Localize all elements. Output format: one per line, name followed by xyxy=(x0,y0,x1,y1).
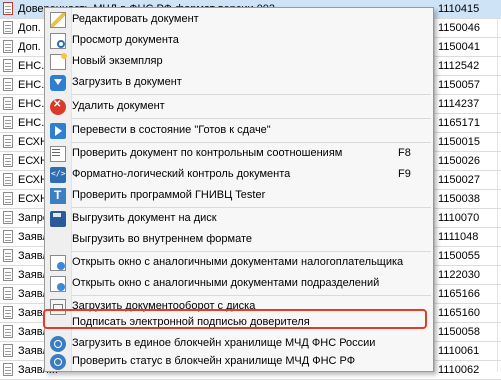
edit-icon xyxy=(50,12,66,28)
menu-item-label: Открыть окно с аналогичными документами … xyxy=(72,256,404,268)
document-code: 1111048 xyxy=(438,231,479,243)
window-icon xyxy=(50,276,66,292)
menu-item-open-taxpayer-docs[interactable]: Открыть окно с аналогичными документами … xyxy=(45,252,433,274)
document-code: 1150046 xyxy=(438,22,481,34)
document-icon xyxy=(3,287,13,300)
upload-icon xyxy=(50,75,66,91)
menu-item-label: Проверить документ по контрольным соотно… xyxy=(72,147,343,159)
document-code: 1110415 xyxy=(438,3,480,15)
menu-item-label: Форматно-логический контроль документа xyxy=(72,168,291,180)
menu-item-label: Загрузить в документ xyxy=(72,76,182,88)
document-code: 1110070 xyxy=(438,212,480,224)
menu-item-label: Открыть окно с аналогичными документами … xyxy=(72,277,380,289)
document-icon xyxy=(3,325,13,338)
document-icon xyxy=(3,116,13,129)
menu-item-export-to-disk[interactable]: Выгрузить документ на диск xyxy=(45,208,433,230)
document-icon xyxy=(3,192,13,205)
menu-separator xyxy=(71,118,431,119)
document-code: 1150058 xyxy=(438,326,481,338)
document-icon xyxy=(3,249,13,262)
document-code: 1150038 xyxy=(438,193,481,205)
document-code: 1110061 xyxy=(438,345,480,357)
document-code: 1122030 xyxy=(438,269,481,281)
highlight-frame xyxy=(43,309,427,329)
document-icon xyxy=(3,78,13,91)
menu-item-edit-document[interactable]: Редактировать документ xyxy=(45,9,433,31)
window-icon xyxy=(50,255,66,271)
menu-item-check-control-ratios[interactable]: Проверить документ по контрольным соотно… xyxy=(45,143,433,165)
document-icon xyxy=(3,363,13,376)
menu-item-label: Проверить статус в блокчейн хранилище МЧ… xyxy=(72,355,356,367)
menu-item-view-document[interactable]: Просмотр документа xyxy=(45,30,433,52)
document-icon xyxy=(3,211,13,224)
document-code: 1150057 xyxy=(438,79,481,91)
menu-item-check-blockchain-status[interactable]: Проверить статус в блокчейн хранилище МЧ… xyxy=(45,351,433,373)
document-icon xyxy=(3,135,13,148)
menu-item-upload-into-document[interactable]: Загрузить в документ xyxy=(45,72,433,94)
document-code: 1112542 xyxy=(438,60,480,72)
document-code: 1150027 xyxy=(438,174,481,186)
document-icon xyxy=(3,21,13,34)
flk-icon xyxy=(50,167,66,183)
document-code: 1114237 xyxy=(438,98,480,110)
delete-icon xyxy=(50,99,66,115)
document-icon xyxy=(3,59,13,72)
tester-icon xyxy=(50,188,66,204)
menu-item-label: Выгрузить документ на диск xyxy=(72,212,217,224)
menu-item-check-gnivc-tester[interactable]: Проверить программой ГНИВЦ Tester xyxy=(45,185,433,207)
menu-item-delete-document[interactable]: Удалить документ xyxy=(45,96,433,118)
menu-item-label: Перевести в состояние "Готов к сдаче" xyxy=(72,124,271,136)
shortcut-label: F8 xyxy=(398,147,411,159)
document-icon xyxy=(3,306,13,319)
document-icon xyxy=(3,40,13,53)
menu-item-set-ready-state[interactable]: Перевести в состояние "Готов к сдаче" xyxy=(45,120,433,142)
menu-item-new-copy[interactable]: Новый экземпляр xyxy=(45,51,433,73)
document-code: 1150026 xyxy=(438,155,481,167)
check-icon xyxy=(50,146,66,162)
disk-icon xyxy=(50,211,66,227)
menu-item-label: Просмотр документа xyxy=(72,34,179,46)
shortcut-label: F9 xyxy=(398,168,411,180)
menu-item-label: Проверить программой ГНИВЦ Tester xyxy=(72,189,266,201)
menu-item-label: Новый экземпляр xyxy=(72,55,163,67)
document-code: 1165160 xyxy=(438,307,481,319)
document-code: 1165166 xyxy=(438,288,481,300)
document-code: 1150055 xyxy=(438,250,481,262)
document-icon xyxy=(3,173,13,186)
blockchain-icon xyxy=(50,336,66,352)
document-icon xyxy=(3,268,13,281)
document-icon xyxy=(3,97,13,110)
menu-item-label: Редактировать документ xyxy=(72,13,199,25)
view-icon xyxy=(50,33,66,49)
menu-separator xyxy=(71,94,431,95)
menu-item-format-logic-control[interactable]: Форматно-логический контроль документа F… xyxy=(45,164,433,186)
new-copy-icon xyxy=(50,53,67,70)
blockchain-icon xyxy=(50,354,66,370)
document-icon xyxy=(3,230,13,243)
ready-state-icon xyxy=(50,123,66,139)
document-icon xyxy=(3,154,13,167)
document-icon xyxy=(3,344,13,357)
menu-item-open-division-docs[interactable]: Открыть окно с аналогичными документами … xyxy=(45,273,433,295)
document-code: 1150041 xyxy=(438,41,481,53)
menu-item-export-internal-format[interactable]: Выгрузить во внутреннем формате xyxy=(45,229,433,251)
document-icon xyxy=(3,2,13,15)
document-code: 1150015 xyxy=(438,136,481,148)
menu-item-label: Удалить документ xyxy=(72,100,165,112)
document-code: 1110062 xyxy=(438,364,480,376)
menu-item-label: Выгрузить во внутреннем формате xyxy=(72,233,252,245)
document-code: 1165171 xyxy=(438,117,481,129)
menu-item-label: Загрузить в единое блокчейн хранилище МЧ… xyxy=(72,337,376,349)
